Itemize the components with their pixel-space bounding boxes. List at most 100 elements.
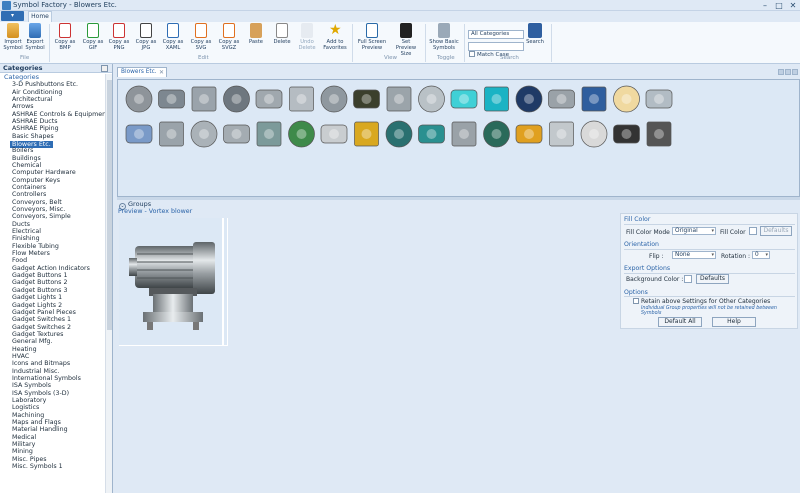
file-menu-button[interactable]: ▾ xyxy=(1,11,24,21)
category-item[interactable]: Finishing xyxy=(0,235,112,242)
category-root[interactable]: Categories xyxy=(0,74,112,81)
symbol-thumbnail[interactable] xyxy=(451,90,477,108)
category-item[interactable]: Gadget Switches 1 xyxy=(0,316,112,323)
categories-scrollbar[interactable] xyxy=(105,74,112,493)
full-screen-preview-button[interactable]: Full Screen Preview xyxy=(356,23,388,51)
category-item[interactable]: Ducts xyxy=(0,221,112,228)
symbol-thumbnail[interactable] xyxy=(581,121,607,147)
symbol-thumbnail[interactable] xyxy=(191,121,217,147)
category-item[interactable]: General Mfg. xyxy=(0,338,112,345)
symbol-thumbnail[interactable] xyxy=(355,122,379,146)
symbol-thumbnail[interactable] xyxy=(516,86,542,112)
category-item[interactable]: Buildings xyxy=(0,155,112,162)
symbol-thumbnail[interactable] xyxy=(160,122,184,146)
category-item[interactable]: Conveyors, Simple xyxy=(0,213,112,220)
symbol-thumbnail[interactable] xyxy=(647,122,671,146)
fill-color-swatch[interactable] xyxy=(749,227,757,235)
default-all-button[interactable]: Default All xyxy=(658,317,702,327)
category-item[interactable]: HVAC xyxy=(0,353,112,360)
symbol-thumbnail[interactable] xyxy=(419,125,445,143)
pin-icon[interactable] xyxy=(101,65,108,72)
category-item[interactable]: Flow Meters xyxy=(0,250,112,257)
help-button[interactable]: Help xyxy=(712,317,756,327)
category-item[interactable]: Mining xyxy=(0,448,112,455)
category-item[interactable]: Flexible Tubing xyxy=(0,243,112,250)
copy-gif-button[interactable]: Copy as GIF xyxy=(81,23,105,51)
category-item[interactable]: Misc. Symbols 1 xyxy=(0,463,112,470)
category-item[interactable]: Heating xyxy=(0,346,112,353)
category-item[interactable]: Containers xyxy=(0,184,112,191)
groups-bar[interactable]: ⌄Groups xyxy=(117,200,800,209)
copy-svgz-button[interactable]: Copy as SVGZ xyxy=(217,23,241,51)
symbol-thumbnail[interactable] xyxy=(386,121,412,147)
category-item[interactable]: ASHRAE Ducts xyxy=(0,118,112,125)
fill-defaults-button[interactable]: Defaults xyxy=(760,226,792,236)
category-item[interactable]: ASHRAE Piping xyxy=(0,125,112,132)
category-item[interactable]: Arrows xyxy=(0,103,112,110)
minimize-icon[interactable]: – xyxy=(758,0,772,11)
category-item[interactable]: ISA Symbols (3-D) xyxy=(0,390,112,397)
export-defaults-button[interactable]: Defaults xyxy=(696,274,729,284)
category-item[interactable]: Air Conditioning xyxy=(0,89,112,96)
category-item[interactable]: Gadget Buttons 3 xyxy=(0,287,112,294)
category-item[interactable]: Industrial Misc. xyxy=(0,368,112,375)
delete-button[interactable]: Delete xyxy=(271,23,293,45)
copy-svg-button[interactable]: Copy as SVG xyxy=(189,23,213,51)
category-item[interactable]: Computer Keys xyxy=(0,177,112,184)
category-item[interactable]: Basic Shapes xyxy=(0,133,112,140)
close-tab-icon[interactable]: ✕ xyxy=(159,68,164,77)
category-item[interactable]: Electrical xyxy=(0,228,112,235)
category-item[interactable]: Machining xyxy=(0,412,112,419)
category-item[interactable]: Conveyors, Misc. xyxy=(0,206,112,213)
category-item[interactable]: Misc. Pipes xyxy=(0,456,112,463)
category-item[interactable]: Computer Hardware xyxy=(0,169,112,176)
symbol-thumbnail[interactable] xyxy=(159,90,185,108)
category-item[interactable]: International Symbols xyxy=(0,375,112,382)
search-input[interactable] xyxy=(468,42,524,51)
category-item[interactable]: 3-D Pushbuttons Etc. xyxy=(0,81,112,88)
symbol-thumbnail[interactable] xyxy=(289,121,315,147)
symbol-thumbnail[interactable] xyxy=(549,90,575,108)
background-color-swatch[interactable] xyxy=(684,275,692,283)
symbol-thumbnail[interactable] xyxy=(550,122,574,146)
category-item[interactable]: Laboratory xyxy=(0,397,112,404)
category-item[interactable]: Architectural xyxy=(0,96,112,103)
category-item[interactable]: Gadget Action Indicators xyxy=(0,265,112,272)
export-symbol-button[interactable]: Export Symbol xyxy=(24,23,46,51)
category-filter-select[interactable]: All Categories xyxy=(468,30,524,39)
paste-button[interactable]: Paste xyxy=(246,23,266,45)
fill-color-mode-select[interactable]: Original xyxy=(672,227,716,235)
category-item[interactable]: Maps and Flags xyxy=(0,419,112,426)
category-item[interactable]: Gadget Lights 2 xyxy=(0,302,112,309)
category-item[interactable]: Gadget Lights 1 xyxy=(0,294,112,301)
copy-jpg-button[interactable]: Copy as JPG xyxy=(134,23,158,51)
symbol-thumbnail[interactable] xyxy=(485,87,509,111)
tab-blowers[interactable]: Blowers Etc.✕ xyxy=(117,67,167,77)
scroll-right-icon[interactable] xyxy=(785,69,791,75)
scrollbar-thumb[interactable] xyxy=(107,80,112,330)
flip-select[interactable]: None xyxy=(672,251,716,259)
category-item[interactable]: Gadget Textures xyxy=(0,331,112,338)
symbol-thumbnail[interactable] xyxy=(192,87,216,111)
search-button[interactable]: Search xyxy=(524,23,546,45)
symbol-thumbnail[interactable] xyxy=(452,122,476,146)
category-item[interactable]: Controllers xyxy=(0,191,112,198)
category-item[interactable]: Medical xyxy=(0,434,112,441)
import-symbol-button[interactable]: Import Symbol xyxy=(3,23,23,51)
symbol-thumbnail[interactable] xyxy=(419,86,445,112)
copy-xaml-button[interactable]: Copy as XAML xyxy=(161,23,185,51)
symbol-thumbnail[interactable] xyxy=(321,125,347,143)
set-preview-size-button[interactable]: Set Preview Size xyxy=(391,23,421,57)
category-item[interactable]: Icons and Bitmaps xyxy=(0,360,112,367)
category-item[interactable]: ASHRAE Controls & Equipment xyxy=(0,111,112,118)
symbol-thumbnail[interactable] xyxy=(614,86,640,112)
symbol-thumbnail[interactable] xyxy=(387,87,411,111)
category-item[interactable]: Logistics xyxy=(0,404,112,411)
symbol-thumbnail[interactable] xyxy=(224,86,250,112)
category-item[interactable]: Chemical xyxy=(0,162,112,169)
category-item[interactable]: ISA Symbols xyxy=(0,382,112,389)
category-item[interactable]: Gadget Buttons 1 xyxy=(0,272,112,279)
symbol-thumbnail[interactable] xyxy=(516,125,542,143)
add-favorites-button[interactable]: ★Add to Favorites xyxy=(322,23,348,51)
category-item[interactable]: Gadget Switches 2 xyxy=(0,324,112,331)
